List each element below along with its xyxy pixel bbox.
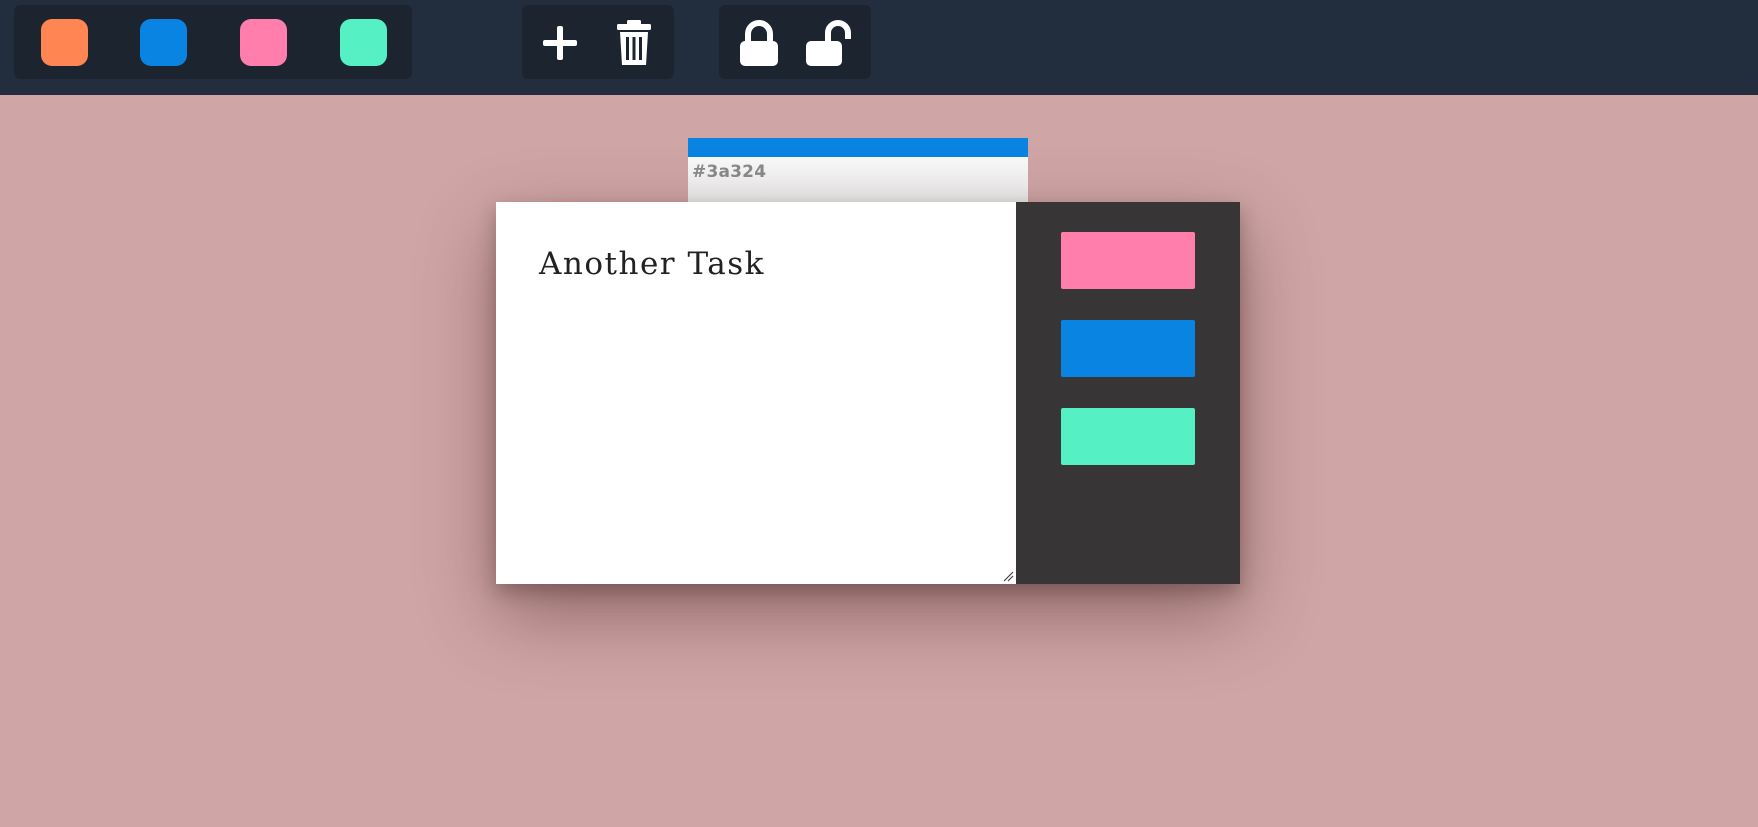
swatch-mint[interactable] <box>340 19 387 66</box>
add-note-button[interactable] <box>536 19 584 67</box>
lock-group <box>719 5 871 79</box>
background-note[interactable]: #3a324 <box>688 138 1028 202</box>
swatch-blue[interactable] <box>140 19 187 66</box>
unlock-button[interactable] <box>805 19 853 67</box>
lock-closed-icon <box>740 20 778 66</box>
note-text[interactable]: Another Task <box>539 246 765 282</box>
note-color-panel <box>1016 202 1240 584</box>
delete-note-button[interactable] <box>610 19 658 67</box>
note-color-stripe <box>688 138 1028 157</box>
toolbar <box>0 0 1758 95</box>
swatch-orange[interactable] <box>41 19 88 66</box>
note-actions-group <box>522 5 674 79</box>
panel-swatch-pink[interactable] <box>1061 232 1195 289</box>
lock-open-icon <box>806 20 851 66</box>
panel-swatch-mint[interactable] <box>1061 408 1195 465</box>
note-editor[interactable]: Another Task <box>496 202 1016 584</box>
resize-handle-icon[interactable] <box>1003 571 1014 582</box>
plus-icon <box>543 26 577 60</box>
note-id-label: #3a324 <box>692 162 767 182</box>
lock-button[interactable] <box>735 19 783 67</box>
color-swatch-group <box>14 5 412 79</box>
trash-icon <box>617 20 651 65</box>
swatch-pink[interactable] <box>240 19 287 66</box>
sticky-note[interactable]: Another Task <box>496 202 1240 584</box>
panel-swatch-blue[interactable] <box>1061 320 1195 377</box>
